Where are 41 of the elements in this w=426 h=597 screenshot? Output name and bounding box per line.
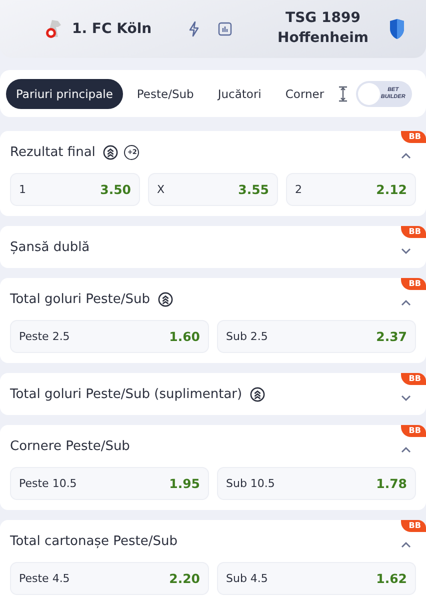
market-title[interactable]: Șansă dublă — [10, 240, 90, 254]
chevrons-circle-icon — [103, 144, 118, 160]
chevrons-circle-icon — [158, 292, 174, 306]
market-tab[interactable]: Corner — [275, 78, 334, 108]
expand-collapse-icon[interactable] — [338, 86, 348, 102]
bet-builder-badge: BB — [400, 373, 426, 385]
odds-button[interactable]: 1 3.50 — [10, 173, 140, 206]
odds-button[interactable]: Sub 10.5 1.78 — [217, 467, 416, 500]
shield-icon — [388, 18, 406, 40]
chevrons-circle-icon — [250, 386, 266, 402]
market-title[interactable]: Cornere Peste/Sub — [10, 438, 130, 454]
bet-builder-badge: BB — [400, 425, 426, 437]
market-tab[interactable]: Peste/Sub — [126, 78, 204, 108]
bet-builder-badge: BB — [400, 278, 426, 290]
odds-button[interactable]: Peste 4.5 2.20 — [10, 562, 209, 595]
market-tab[interactable]: Jucători — [208, 78, 272, 108]
market-tab[interactable]: Pariuri principale — [6, 78, 123, 108]
odds-button[interactable]: Peste 2.5 1.60 — [10, 320, 209, 353]
stats-icon[interactable] — [218, 22, 232, 36]
odds-button[interactable]: Sub 4.5 1.62 — [217, 562, 416, 595]
chevron-up-icon[interactable] — [400, 446, 412, 454]
odds-button[interactable]: Peste 10.5 1.95 — [10, 467, 209, 500]
market-title[interactable]: Rezultat final — [10, 144, 96, 160]
crest-icon — [44, 18, 64, 40]
bet-builder-badge: BB — [400, 520, 426, 532]
odds-button[interactable]: 2 2.12 — [286, 173, 416, 206]
home-team-name: 1. FC Köln — [72, 21, 152, 37]
bet-builder-badge: BB — [400, 131, 426, 143]
lightning-icon[interactable] — [188, 21, 200, 37]
away-team-name: TSG 1899 Hoffenheim — [276, 9, 370, 48]
chevron-down-icon[interactable] — [400, 247, 412, 255]
chevron-up-icon[interactable] — [400, 299, 412, 307]
chevron-down-icon[interactable] — [400, 394, 412, 402]
chevron-up-icon[interactable] — [400, 541, 412, 549]
market-title[interactable]: Total goluri Peste/Sub — [10, 292, 150, 306]
market-title[interactable]: Total goluri Peste/Sub (suplimentar) — [10, 386, 242, 402]
odds-button[interactable]: X 3.55 — [148, 173, 278, 206]
bet-builder-badge: BB — [400, 226, 426, 238]
chevron-up-icon[interactable] — [400, 152, 412, 160]
market-title[interactable]: Total cartonașe Peste/Sub — [10, 534, 178, 548]
odds-button[interactable]: Sub 2.5 2.37 — [217, 320, 416, 353]
